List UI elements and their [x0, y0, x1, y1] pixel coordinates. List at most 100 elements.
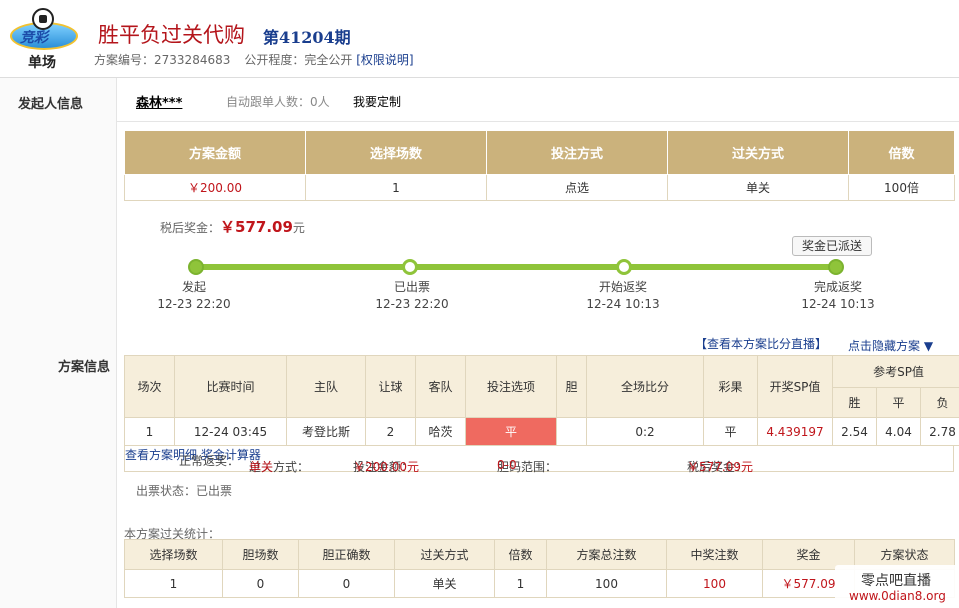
full-score: 0:2	[586, 417, 704, 446]
progress-step: 发起 12-23 22:20	[144, 279, 244, 313]
col-ref-draw: 平	[876, 387, 921, 418]
progress-step: 已出票 12-23 22:20	[362, 279, 462, 313]
progress-dot-ticketed	[402, 259, 418, 275]
progress-bar	[196, 264, 836, 270]
follow-count: 自动跟单人数：0人	[226, 95, 330, 109]
sp-value: 4.439197	[757, 417, 833, 446]
starter-name-link[interactable]: 森林***	[136, 92, 182, 111]
after-tax-prize: 税后奖金：￥577.09元	[160, 216, 305, 237]
page-header: 竞彩 单场 胜平负过关代购 第41204期 方案编号：2733284683 公开程…	[0, 0, 959, 78]
bet-value: ￥200.00元	[353, 460, 419, 474]
page-title: 胜平负过关代购	[98, 23, 245, 47]
col-banker: 胆	[556, 355, 587, 418]
soccer-ball-icon	[32, 8, 54, 30]
stats-col-pass: 过关方式	[394, 539, 495, 570]
banker	[556, 417, 587, 446]
prize-label: 税后奖金：	[160, 221, 221, 235]
bet-method: 点选	[486, 174, 668, 201]
stats-matches: 1	[124, 569, 223, 598]
prize-unit: 元	[292, 221, 305, 235]
step-name: 已出票	[393, 280, 430, 294]
progress-dot-return-start	[616, 259, 632, 275]
step-time: 12-23 22:20	[375, 297, 449, 311]
plan-amount: ￥200.00	[124, 174, 306, 201]
stats-col-total-bets: 方案总注数	[546, 539, 667, 570]
col-handicap: 让球	[365, 355, 416, 418]
step-time: 12-24 10:13	[586, 297, 660, 311]
header-pass-method: 过关方式	[667, 130, 849, 175]
watermark-title: 零点吧直播	[861, 573, 931, 589]
plan-meta: 方案编号：2733284683 公开程度：完全公开 [权限说明]	[94, 51, 414, 68]
pass-value: 单关	[249, 460, 274, 474]
ref-draw: 4.04	[876, 417, 921, 446]
plan-no: 2733284683	[154, 53, 231, 67]
step-time: 12-23 22:20	[157, 297, 231, 311]
result: 平	[703, 417, 758, 446]
return-summary: 正常返奖： 过关方式： 单关 投注金额： ￥200.00元 胆码范围： 0-0 查看方…	[124, 446, 954, 474]
matches-count: 1	[305, 174, 487, 201]
col-away: 客队	[415, 355, 466, 418]
progress-step: 开始返奖 12-24 10:13	[573, 279, 673, 313]
stats-total-bets: 100	[546, 569, 667, 598]
watermark-url: www.0dian8.org	[849, 589, 946, 603]
stats-col-bankers: 胆场数	[222, 539, 299, 570]
pick-option: 平	[465, 417, 557, 446]
col-home: 主队	[286, 355, 366, 418]
site-logo: 竞彩 单场	[6, 6, 80, 72]
issue-number: 第41204期	[263, 28, 351, 47]
custom-link[interactable]: 我要定制	[353, 93, 401, 110]
label-column	[0, 78, 117, 608]
banker-value: 0-0	[497, 458, 517, 472]
live-score-link[interactable]: 【查看本方案比分直播】	[695, 335, 827, 352]
ref-win: 2.54	[832, 417, 877, 446]
match-no: 1	[124, 417, 175, 446]
prize-amount: ￥577.09	[220, 218, 293, 236]
home-team: 考登比斯	[286, 417, 366, 446]
col-pick: 投注选项	[465, 355, 557, 418]
stats-header-row: 选择场数 胆场数 胆正确数 过关方式 倍数 方案总注数 中奖注数 奖金 方案状态	[124, 539, 955, 570]
ref-lose: 2.78	[919, 417, 959, 446]
overview-header-row: 方案金额 选择场数 投注方式 过关方式 倍数	[124, 130, 955, 175]
progress-dot-start	[188, 259, 204, 275]
away-team: 哈茨	[415, 417, 466, 446]
logo-label: 单场	[28, 55, 56, 71]
plan-section-label: 方案信息	[58, 360, 111, 375]
starter-section-label: 发起人信息	[18, 97, 84, 112]
multiplier: 100倍	[848, 174, 955, 201]
col-ref-lose: 负	[919, 387, 959, 418]
header-multiplier: 倍数	[848, 130, 955, 175]
ticket-status: 出票状态：已出票	[136, 484, 233, 498]
step-name: 发起	[181, 280, 206, 294]
match-table: 场次 比赛时间 主队 让球 客队 投注选项 胆 全场比分 彩果 开奖SP值 参考…	[124, 355, 959, 446]
stats-col-multiplier: 倍数	[494, 539, 547, 570]
step-name: 开始返奖	[598, 280, 647, 294]
stats-col-banker-correct: 胆正确数	[298, 539, 395, 570]
stats-col-matches: 选择场数	[124, 539, 223, 570]
progress-step: 完成返奖 12-24 10:13	[788, 279, 888, 313]
pass-method: 单关	[667, 174, 849, 201]
match-header-row: 场次 比赛时间 主队 让球 客队 投注选项 胆 全场比分 彩果 开奖SP值 参考…	[124, 355, 959, 418]
logo-badge-text: 竞彩	[20, 30, 48, 46]
stats-bankers: 0	[222, 569, 299, 598]
col-ref-win: 胜	[832, 387, 877, 418]
stats-table: 选择场数 胆场数 胆正确数 过关方式 倍数 方案总注数 中奖注数 奖金 方案状态…	[124, 539, 955, 598]
col-result: 彩果	[703, 355, 758, 418]
hide-plan-link[interactable]: 点击隐藏方案 ▼	[848, 337, 933, 354]
match-time: 12-24 03:45	[174, 417, 287, 446]
step-name: 完成返奖	[813, 280, 862, 294]
header-amount: 方案金额	[124, 130, 306, 175]
step-time: 12-24 10:13	[801, 297, 875, 311]
plan-overview-table: 方案金额 选择场数 投注方式 过关方式 倍数 ￥200.00 1 点选 单关 1…	[124, 130, 955, 201]
stats-banker-correct: 0	[298, 569, 395, 598]
return-label: 正常返奖：	[179, 454, 240, 468]
table-row: 1 0 0 单关 1 100 100 ￥577.09	[124, 569, 955, 598]
stats-multiplier: 1	[494, 569, 547, 598]
col-score: 全场比分	[586, 355, 704, 418]
col-no: 场次	[124, 355, 175, 418]
visibility-value: 完全公开	[304, 53, 353, 67]
summary-prize-value: ￥577.09元	[687, 460, 753, 474]
prize-sent-badge: 奖金已派送	[792, 236, 872, 256]
table-row: 1 12-24 03:45 考登比斯 2 哈茨 平 0:2 平 4.439197…	[124, 417, 959, 446]
permission-link[interactable]: [权限说明]	[356, 53, 413, 67]
visibility-label: 公开程度：	[244, 53, 305, 67]
